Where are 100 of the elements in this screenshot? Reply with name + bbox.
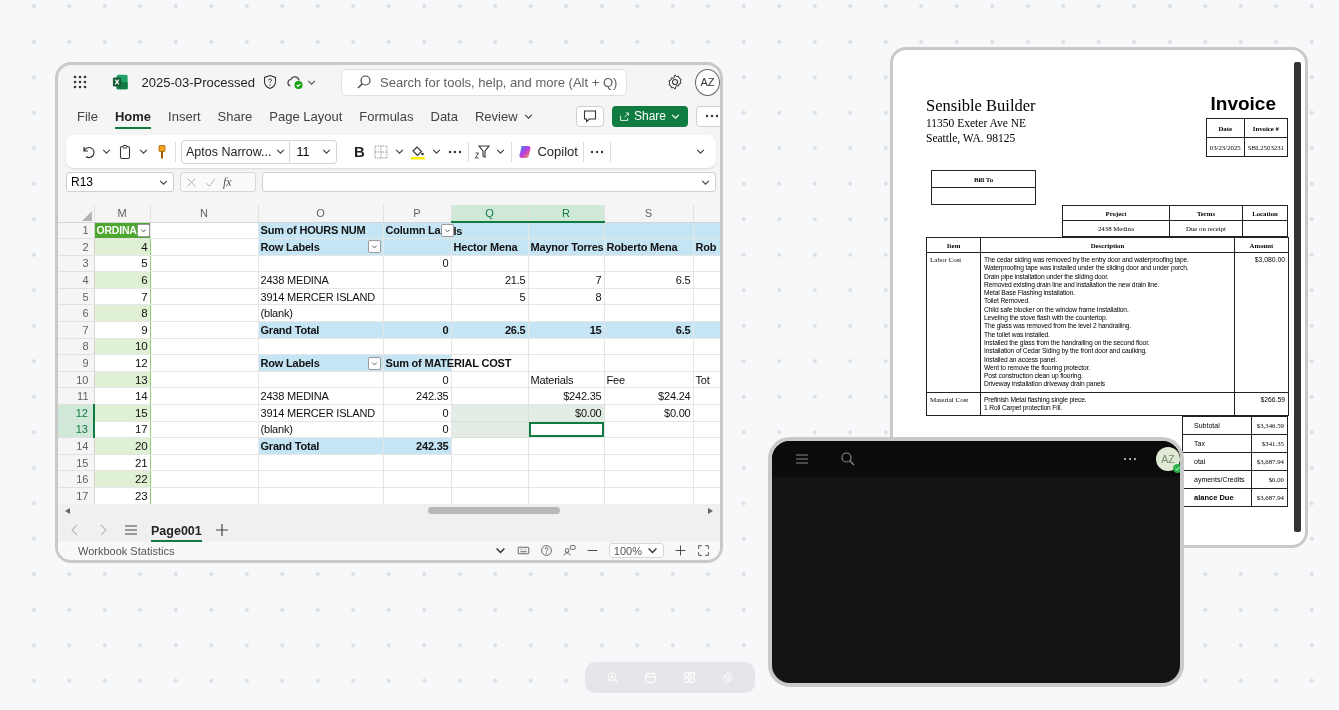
table-cell: 2438 MEDINA	[258, 387, 383, 405]
ribbon-tab[interactable]: Home	[114, 103, 152, 129]
cell-text: 15	[589, 323, 602, 336]
ribbon-tab[interactable]: Review	[474, 103, 518, 129]
document-title[interactable]: 2025-03-Processed	[141, 74, 255, 90]
address-line: 11350 Exeter Ave NE	[926, 116, 1027, 131]
table-cell: (blank)	[258, 421, 383, 438]
comment-button[interactable]	[575, 105, 604, 127]
table-cell: 0	[383, 404, 451, 422]
cell-text: 6.5	[675, 323, 691, 336]
share-button[interactable]: Share	[611, 105, 688, 127]
column-header[interactable]: S	[604, 205, 693, 222]
column-header[interactable]: R	[528, 205, 604, 222]
ribbon-tab[interactable]: Share	[217, 103, 253, 129]
more-options-button[interactable]	[696, 105, 720, 127]
ribbon-tab[interactable]: Insert	[168, 103, 201, 129]
address-line: Seattle, WA. 98125	[926, 130, 1017, 145]
ribbon-tab[interactable]: Formulas	[359, 103, 414, 129]
feedback-icon[interactable]	[562, 544, 576, 557]
table-cell: 21.5	[451, 271, 528, 289]
insert-function-button[interactable]: fx	[223, 174, 232, 190]
ribbon-tab[interactable]: File	[77, 103, 98, 129]
search-icon	[356, 74, 372, 90]
table-cell: Materials	[528, 371, 604, 388]
check-icon[interactable]	[204, 175, 217, 189]
table-cell: 9	[94, 321, 150, 339]
search-icon[interactable]	[840, 451, 856, 467]
user-avatar[interactable]: AZ	[695, 68, 720, 96]
cell-text: Row Labels	[260, 239, 320, 254]
column-header[interactable]: Q	[451, 205, 528, 222]
font-name-dropdown[interactable]: Aptos Narrow...	[181, 139, 291, 164]
cell-text: Sum of MATERIAL COST	[385, 357, 512, 370]
cell-text: Sum of HOURS NUM	[260, 224, 366, 237]
cell-text: Maynor Torres	[530, 240, 604, 253]
table-cell: $24.24	[604, 387, 693, 405]
table-cell: 5	[94, 255, 150, 272]
invoice-title: Invoice	[1210, 92, 1276, 116]
settings-icon[interactable]	[666, 73, 684, 91]
column-header[interactable]: O	[258, 205, 383, 222]
table-cell: 7	[94, 288, 150, 305]
table-cell: 12	[94, 354, 150, 372]
column-header[interactable]: M	[94, 205, 150, 222]
table-cell: 0	[383, 371, 451, 388]
table-cell: 3914 MERCER ISLAND	[258, 404, 383, 422]
search-field[interactable]: Search for tools, help, and more (Alt + Q)	[341, 68, 627, 96]
shield-icon[interactable]	[262, 74, 278, 90]
fullscreen-icon[interactable]	[697, 544, 710, 557]
copilot-button[interactable]: Copilot	[517, 143, 578, 160]
cell-text: Column La	[385, 223, 441, 238]
spreadsheet-logo-icon	[112, 73, 129, 91]
keyboard-icon[interactable]	[516, 544, 530, 557]
table-cell: 0	[383, 255, 451, 272]
app-launcher-icon[interactable]	[72, 74, 88, 90]
table-cell: Fee	[604, 371, 693, 388]
table-cell: 8	[528, 288, 604, 305]
font-size-dropdown[interactable]: 11	[290, 139, 338, 164]
filter-dropdown-button[interactable]	[136, 223, 150, 237]
table-cell: (blank)	[258, 304, 383, 322]
filter-dropdown-button[interactable]	[367, 356, 381, 370]
clipboard-icon[interactable]	[117, 143, 133, 160]
cell-text: Rob	[695, 240, 717, 253]
scroll-right-icon[interactable]	[706, 506, 714, 515]
scrollbar-thumb[interactable]	[428, 506, 560, 514]
cell-text: 242.35	[416, 440, 449, 452]
column-header[interactable]: P	[383, 205, 451, 222]
online-check-icon	[1173, 464, 1180, 473]
filter-dropdown-button[interactable]	[367, 240, 381, 254]
filter-dropdown-button[interactable]	[440, 223, 454, 237]
status-text[interactable]: Workbook Statistics	[78, 544, 175, 557]
company-name: Sensible Builder	[926, 96, 1036, 116]
table-cell: 3914 MERCER ISLAND	[258, 288, 383, 305]
cell-text: Hector Mena	[453, 240, 518, 253]
table-cell: 17	[94, 421, 150, 438]
table-cell: 242.35	[383, 387, 451, 405]
zoom-in-icon[interactable]	[674, 544, 687, 557]
cell-text: Roberto Mena	[606, 240, 678, 253]
cell-text: 26.5	[504, 323, 526, 336]
ribbon-tab[interactable]: Page Layout	[269, 103, 343, 129]
formula-input-field[interactable]	[262, 172, 716, 192]
table-cell: 14	[94, 387, 150, 405]
table-cell: 21	[94, 454, 150, 471]
scroll-left-icon[interactable]	[64, 506, 72, 515]
name-box[interactable]: R13	[66, 172, 174, 192]
table-cell: 2438 MEDINA	[258, 271, 383, 289]
table-cell: 0	[383, 421, 451, 438]
sort-filter-icon[interactable]	[474, 143, 491, 160]
add-sheet-icon[interactable]	[213, 521, 230, 538]
scrollbar-thumb[interactable]	[1294, 62, 1301, 532]
table-cell: 5	[451, 288, 528, 305]
help-icon[interactable]	[539, 544, 553, 557]
column-header[interactable]: N	[150, 205, 258, 222]
table-cell: 6.5	[604, 271, 693, 289]
ribbon-tab[interactable]: Data	[430, 103, 458, 129]
cell-text: Row Labels	[260, 356, 320, 371]
zoom-level-dropdown[interactable]: 100%	[608, 543, 664, 558]
bold-button[interactable]: B	[350, 143, 369, 160]
cell-text: Grand Total	[260, 440, 320, 452]
cell-text: 0	[442, 323, 449, 336]
cloud-check-icon[interactable]	[286, 74, 304, 90]
cell-text: ls	[453, 224, 463, 237]
